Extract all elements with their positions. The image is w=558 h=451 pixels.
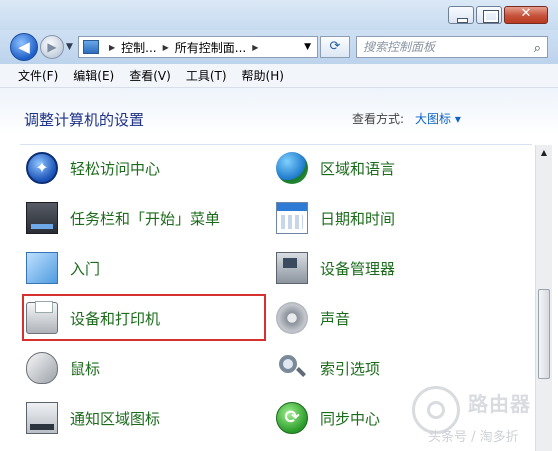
scroll-up-arrow-icon[interactable]: ▲ xyxy=(536,145,552,161)
item-label: 同步中心 xyxy=(320,409,381,428)
window-controls xyxy=(448,6,548,24)
item-ease-of-access[interactable]: 轻松访问中心 xyxy=(26,151,160,185)
view-by-label: 查看方式: xyxy=(352,112,405,126)
taskbar-icon xyxy=(26,202,58,234)
page-title: 调整计算机的设置 xyxy=(24,111,145,129)
item-region-and-language[interactable]: 区域和语言 xyxy=(276,151,395,185)
watermark: 路由器 头条号 / 淘多折 xyxy=(410,384,552,446)
item-sound[interactable]: 声音 xyxy=(276,301,350,335)
speaker-icon xyxy=(276,302,308,334)
view-by-dropdown[interactable]: 大图标 ▾ xyxy=(415,110,461,127)
item-taskbar-start-menu[interactable]: 任务栏和「开始」菜单 xyxy=(26,201,220,235)
sync-icon xyxy=(276,402,308,434)
item-date-and-time[interactable]: 日期和时间 xyxy=(276,201,395,235)
search-icon[interactable]: ⌕ xyxy=(534,39,541,59)
item-label: 设备管理器 xyxy=(320,259,396,278)
breadcrumb-all-items[interactable]: 所有控制面... xyxy=(175,39,246,56)
watermark-subtitle: 头条号 / 淘多折 xyxy=(428,430,519,445)
mouse-icon xyxy=(26,352,58,384)
breadcrumb-control-panel[interactable]: 控制... xyxy=(121,39,156,56)
item-notification-area-icons[interactable]: 通知区域图标 xyxy=(26,401,160,435)
item-label: 鼠标 xyxy=(70,359,101,378)
search-placeholder: 搜索控制面板 xyxy=(363,40,436,54)
menu-view[interactable]: 查看(V) xyxy=(129,67,171,84)
title-bar xyxy=(0,0,558,30)
breadcrumb-chevron-icon[interactable]: ▶ xyxy=(163,43,169,52)
forward-button[interactable]: ▶ xyxy=(40,35,64,59)
item-sync-center[interactable]: 同步中心 xyxy=(276,401,380,435)
search-input[interactable]: 搜索控制面板 ⌕ xyxy=(356,36,548,58)
scroll-thumb[interactable] xyxy=(538,289,550,379)
ease-of-access-icon xyxy=(26,152,58,184)
back-button[interactable]: ◀ xyxy=(10,33,38,61)
globe-clock-icon xyxy=(276,152,308,184)
getting-started-icon xyxy=(26,252,58,284)
menu-help[interactable]: 帮助(H) xyxy=(242,67,284,84)
item-indexing-options[interactable]: 索引选项 xyxy=(276,351,380,385)
item-label: 通知区域图标 xyxy=(70,409,161,428)
refresh-button[interactable]: ⟳ xyxy=(320,36,350,58)
watermark-title: 路由器 xyxy=(468,392,531,416)
control-panel-icon xyxy=(83,40,99,54)
notification-icon xyxy=(26,402,58,434)
item-getting-started[interactable]: 入门 xyxy=(26,251,100,285)
menu-tools[interactable]: 工具(T) xyxy=(186,67,227,84)
minimize-button[interactable] xyxy=(448,6,474,24)
item-label: 声音 xyxy=(320,309,351,328)
address-bar[interactable]: ▶ 控制... ▶ 所有控制面... ▶ ▼ xyxy=(78,36,318,58)
item-label: 任务栏和「开始」菜单 xyxy=(70,209,221,228)
calendar-icon xyxy=(276,202,308,234)
item-label: 入门 xyxy=(70,259,101,278)
menu-file[interactable]: 文件(F) xyxy=(18,67,58,84)
maximize-button[interactable] xyxy=(476,6,502,24)
breadcrumb-chevron-icon[interactable]: ▶ xyxy=(109,43,115,52)
magnifier-icon xyxy=(276,352,308,384)
address-dropdown-icon[interactable]: ▼ xyxy=(304,42,311,52)
navigation-bar: ◀ ▶ ▼ ▶ 控制... ▶ 所有控制面... ▶ ▼ ⟳ 搜索控制面板 ⌕ xyxy=(0,30,558,64)
menu-bar: 文件(F) 编辑(E) 查看(V) 工具(T) 帮助(H) xyxy=(0,64,558,88)
device-manager-icon xyxy=(276,252,308,284)
recent-pages-dropdown-icon[interactable]: ▼ xyxy=(66,42,73,52)
item-label: 日期和时间 xyxy=(320,209,396,228)
item-label: 区域和语言 xyxy=(320,159,396,178)
breadcrumb-chevron-icon[interactable]: ▶ xyxy=(252,43,258,52)
item-device-manager[interactable]: 设备管理器 xyxy=(276,251,395,285)
item-label: 轻松访问中心 xyxy=(70,159,161,178)
menu-edit[interactable]: 编辑(E) xyxy=(73,67,114,84)
item-label: 索引选项 xyxy=(320,359,381,378)
close-button[interactable] xyxy=(504,6,548,24)
highlight-box xyxy=(22,294,266,341)
divider xyxy=(20,144,532,145)
item-mouse[interactable]: 鼠标 xyxy=(26,351,100,385)
